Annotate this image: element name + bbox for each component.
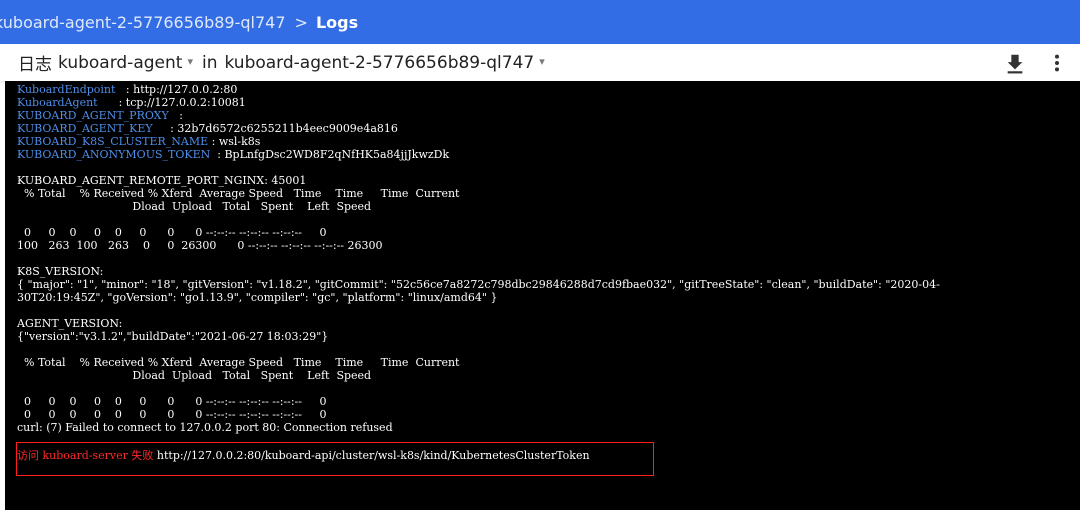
env-key: KUBOARD_AGENT_KEY [17,122,153,135]
env-value: : tcp://127.0.0.2:10081 [97,96,246,109]
env-key: KuboardAgent [17,96,98,109]
env-value: : wsl-k8s [208,135,261,148]
env-key: KUBOARD_ANONYMOUS_TOKEN [17,148,211,161]
failure-url: http://127.0.0.2:80/kuboard-api/cluster/… [153,449,590,462]
env-key: KUBOARD_K8S_CLUSTER_NAME [17,135,209,148]
agent-version-json: {"version":"v3.1.2","buildDate":"2021-06… [17,330,329,343]
env-key: KUBOARD_AGENT_PROXY [17,109,169,122]
env-line: KUBOARD_K8S_CLUSTER_NAME : wsl-k8s [17,135,260,148]
env-line: KUBOARD_AGENT_PROXY : [17,109,183,122]
pod-dropdown-icon[interactable]: ▾ [539,55,545,68]
env-key: KuboardEndpoint [17,83,116,96]
pod-selector[interactable]: kuboard-agent-2-5776656b89-ql747 [224,53,534,73]
env-line: KuboardAgent : tcp://127.0.0.2:10081 [17,96,246,109]
k8s-version-json-cont: 30T20:19:45Z", "goVersion": "go1.13.9", … [17,291,498,304]
env-line: KuboardEndpoint : http://127.0.0.2:80 [17,83,237,96]
kuboard-server-failure-line: 访问 kuboard-server 失败 http://127.0.0.2:80… [17,449,590,462]
log-terminal[interactable]: KuboardEndpoint : http://127.0.0.2:80 Ku… [5,81,1080,510]
env-line: KUBOARD_AGENT_KEY : 32b7d6572c6255211b4e… [17,122,398,135]
env-value: : http://127.0.0.2:80 [115,83,238,96]
env-value: : [168,109,183,122]
curl-progress-line: 100 263 100 263 0 0 26300 0 --:--:-- --:… [17,239,383,252]
curl-header-line: Dload Upload Total Spent Left Speed [17,200,372,213]
breadcrumb-current-page: Logs [315,12,359,32]
k8s-version-label: K8S_VERSION: [17,265,104,278]
failure-message: 访问 kuboard-server 失败 [17,449,154,462]
k8s-version-json: { "major": "1", "minor": "18", "gitVersi… [17,278,940,291]
in-label: in [201,52,218,73]
breadcrumb-pod-link[interactable]: kuboard-agent-2-5776656b89-ql747 [0,13,286,32]
logs-toolbar: 日志 kuboard-agent ▾ in kuboard-agent-2-57… [0,44,1080,81]
curl-error-line: curl: (7) Failed to connect to 127.0.0.2… [17,421,393,434]
env-line: KUBOARD_ANONYMOUS_TOKEN : BpLnfgDsc2WD8F… [17,148,449,161]
env-value: : BpLnfgDsc2WD8F2qNfHK5a84jjJkwzDk [210,148,450,161]
remote-port-line: KUBOARD_AGENT_REMOTE_PORT_NGINX: 45001 [17,174,307,187]
curl-header-line: Dload Upload Total Spent Left Speed [17,369,372,382]
breadcrumb-separator: > [294,12,308,32]
container-selector[interactable]: kuboard-agent [58,53,182,73]
env-value: : 32b7d6572c6255211b4eec9009e4a816 [152,122,398,135]
curl-header-line: % Total % Received % Xferd Average Speed… [17,187,460,200]
curl-progress-line: 0 0 0 0 0 0 0 0 --:--:-- --:--:-- --:--:… [17,226,327,239]
curl-progress-line: 0 0 0 0 0 0 0 0 --:--:-- --:--:-- --:--:… [17,395,327,408]
curl-progress-line: 0 0 0 0 0 0 0 0 --:--:-- --:--:-- --:--:… [17,408,327,421]
container-dropdown-icon[interactable]: ▾ [187,55,193,68]
agent-version-label: AGENT_VERSION: [17,317,123,330]
curl-header-line: % Total % Received % Xferd Average Speed… [17,356,460,369]
more-vert-icon[interactable] [1046,52,1068,74]
download-icon[interactable] [1004,52,1026,74]
top-breadcrumb-bar: kuboard-agent-2-5776656b89-ql747 > Logs [0,0,1080,44]
logs-title: 日志 [18,55,52,75]
